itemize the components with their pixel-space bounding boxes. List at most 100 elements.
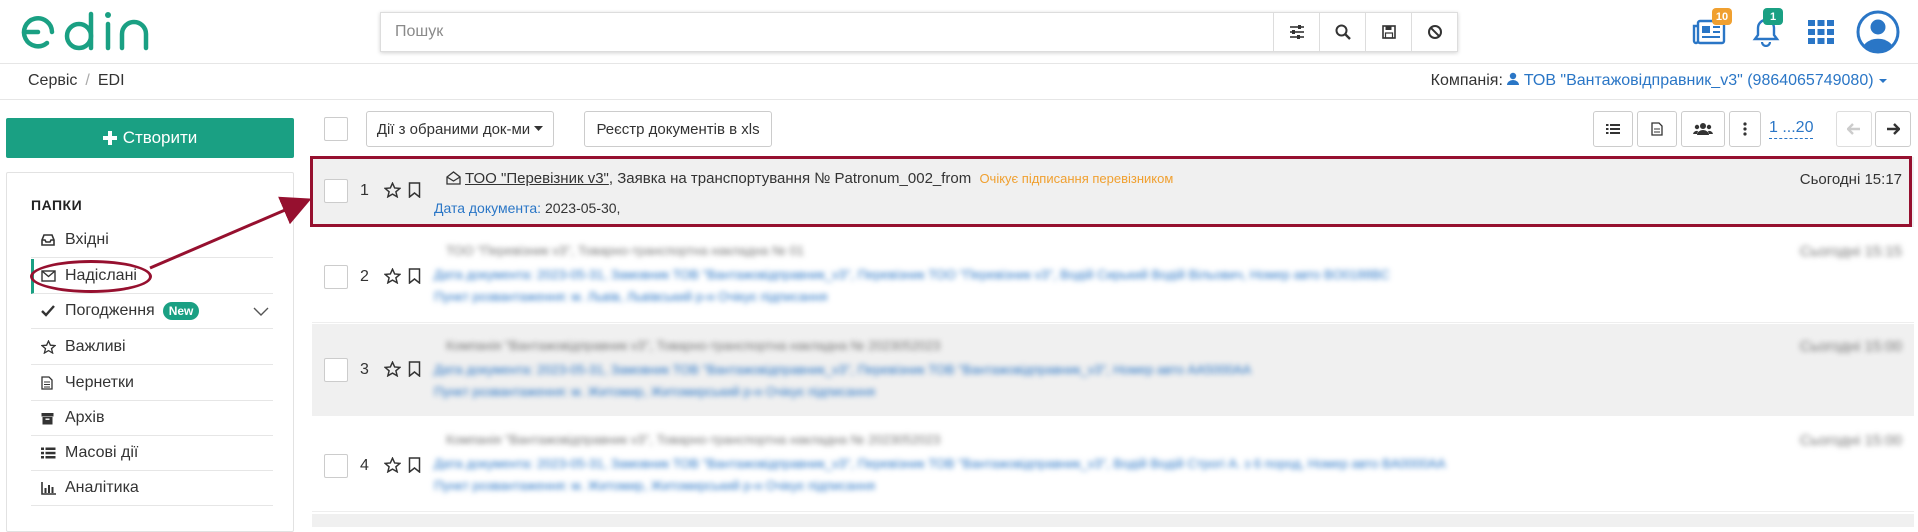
- save-search-button[interactable]: [1365, 13, 1411, 51]
- document-meta-line-2: Пункт розвантаження: м. Львів, Львівськи…: [434, 289, 828, 304]
- search-input[interactable]: [381, 13, 1273, 51]
- document-title-line: Компанія "Вантажовідправник v3", Товарно…: [446, 338, 940, 353]
- check-icon: [41, 305, 65, 317]
- sidebar-item-label: Архів: [65, 409, 105, 426]
- document-view-button[interactable]: [1637, 111, 1677, 147]
- edin-logo[interactable]: edin: [16, 10, 161, 54]
- bookmark-icon[interactable]: [408, 361, 421, 381]
- list-continuation: [312, 514, 1914, 527]
- document-title-line: ТОО "Перевізник v3", Товарно-транспортна…: [446, 243, 804, 258]
- ban-icon: [1427, 25, 1442, 39]
- document-title: , Товарно-транспортна накладна № 2023052…: [649, 432, 941, 447]
- logo-mark: [21, 11, 149, 51]
- arrow-left-icon: [1847, 123, 1860, 135]
- sidebar-item-bulk-actions[interactable]: Масові дії: [31, 436, 273, 471]
- chart-icon: [41, 481, 65, 495]
- document-sender[interactable]: Компанія "Вантажовідправник v3": [446, 338, 649, 353]
- news-button[interactable]: 10: [1688, 8, 1732, 52]
- arrow-right-icon: [1887, 123, 1900, 135]
- breadcrumb-separator: /: [85, 72, 90, 89]
- grid-icon: [1808, 20, 1834, 44]
- document-row[interactable]: 4 Компанія "Вантажовідправник v3", Товар…: [312, 418, 1914, 512]
- create-button[interactable]: Створити: [6, 118, 294, 158]
- document-time: Сьогодні 15:00: [1799, 338, 1902, 355]
- sidebar-item-label: Важливі: [65, 338, 126, 355]
- star-icon[interactable]: [383, 456, 402, 477]
- notifications-badge: 1: [1763, 8, 1783, 25]
- document-title: , Товарно-транспортна накладна № 01: [570, 243, 804, 258]
- highlight-frame: [310, 156, 1912, 227]
- breadcrumb-current: EDI: [97, 72, 125, 89]
- user-circle-icon: [1856, 10, 1900, 54]
- filter-settings-button[interactable]: [1273, 13, 1319, 51]
- sidebar-item-approvals[interactable]: Погодження New: [31, 294, 273, 329]
- list-view-icon: [1606, 124, 1620, 134]
- user-avatar[interactable]: [1854, 8, 1902, 56]
- folders-panel: ПАПКИ Вхідні Надіслані Погодження New Ва…: [6, 172, 294, 532]
- kebab-icon: [1743, 122, 1747, 136]
- inbox-icon: [41, 234, 65, 246]
- bulk-actions-label: Дії з обраними док-ми: [376, 120, 531, 138]
- breadcrumb-service[interactable]: Сервіс: [28, 72, 77, 89]
- sidebar-item-inbox[interactable]: Вхідні: [31, 223, 273, 258]
- row-number: 4: [360, 457, 369, 474]
- document-sender[interactable]: ТОО "Перевізник v3": [446, 243, 571, 258]
- chevron-down-icon[interactable]: [253, 304, 269, 322]
- star-icon[interactable]: [383, 360, 402, 381]
- company-dropdown[interactable]: ТОВ "Вантажовідправник_v3" (986406574908…: [1507, 72, 1888, 89]
- registry-label: Реєстр документів в xls: [596, 120, 760, 138]
- user-icon: [1507, 72, 1520, 85]
- sidebar-item-drafts[interactable]: Чернетки: [31, 366, 273, 401]
- archive-icon: [41, 412, 65, 425]
- sliders-icon: [1289, 25, 1304, 39]
- clear-search-button[interactable]: [1411, 13, 1457, 51]
- document-time: Сьогодні 15:00: [1799, 432, 1902, 449]
- folders-title: ПАПКИ: [31, 197, 83, 213]
- document-meta-line-2: Пункт розвантаження: м. Житомир, Житомир…: [434, 384, 876, 399]
- row-checkbox[interactable]: [324, 358, 348, 382]
- list-view-button[interactable]: [1593, 111, 1633, 147]
- page-range[interactable]: 1 ...20: [1769, 118, 1814, 139]
- highlight-oval: [30, 260, 152, 293]
- select-all-checkbox[interactable]: [324, 117, 348, 141]
- news-badge: 10: [1712, 8, 1732, 25]
- document-row[interactable]: 2 ТОО "Перевізник v3", Товарно-транспорт…: [312, 229, 1914, 323]
- row-number: 3: [360, 361, 369, 378]
- more-options-button[interactable]: [1729, 111, 1761, 147]
- breadcrumb: Сервіс / EDI: [28, 72, 125, 90]
- document-row[interactable]: 3 Компанія "Вантажовідправник v3", Товар…: [312, 324, 1914, 416]
- create-label: Створити: [122, 128, 198, 147]
- prev-page-button[interactable]: [1836, 111, 1872, 147]
- document-sender[interactable]: Компанія "Вантажовідправник v3": [446, 432, 649, 447]
- company-selector: Компанія: ТОВ "Вантажовідправник_v3" (98…: [1431, 72, 1888, 90]
- bulk-actions-dropdown[interactable]: Дії з обраними док-ми: [366, 111, 554, 147]
- row-checkbox[interactable]: [324, 265, 348, 289]
- bookmark-icon[interactable]: [408, 457, 421, 477]
- star-icon[interactable]: [383, 267, 402, 288]
- document-title: , Товарно-транспортна накладна № 2023052…: [649, 338, 941, 353]
- document-title-line: Компанія "Вантажовідправник v3", Товарно…: [446, 432, 940, 447]
- document-meta-line-2: Пункт розвантаження: м. Житомир, Житомир…: [434, 478, 876, 493]
- next-page-button[interactable]: [1875, 111, 1911, 147]
- search-bar: [380, 12, 1458, 52]
- list-icon: [41, 447, 65, 459]
- row-checkbox[interactable]: [324, 454, 348, 478]
- registry-xls-button[interactable]: Реєстр документів в xls: [584, 111, 772, 147]
- sidebar-item-archive[interactable]: Архів: [31, 401, 273, 436]
- star-icon: [41, 340, 65, 354]
- save-icon: [1381, 25, 1396, 39]
- group-view-button[interactable]: [1681, 111, 1725, 147]
- row-number: 2: [360, 268, 369, 285]
- sidebar-item-analytics[interactable]: Аналітика: [31, 471, 273, 506]
- caret-down-icon: [534, 126, 544, 131]
- sidebar-item-label: Масові дії: [65, 444, 139, 461]
- apps-menu-button[interactable]: [1800, 12, 1842, 52]
- sidebar-item-label: Аналітика: [65, 479, 139, 496]
- notifications-button[interactable]: 1: [1745, 8, 1787, 52]
- sidebar-item-label: Вхідні: [65, 231, 109, 248]
- company-label: Компанія:: [1430, 72, 1503, 89]
- search-button[interactable]: [1319, 13, 1365, 51]
- sidebar-item-important[interactable]: Важливі: [31, 330, 273, 365]
- sidebar-item-label: Погодження: [65, 302, 155, 319]
- bookmark-icon[interactable]: [408, 268, 421, 288]
